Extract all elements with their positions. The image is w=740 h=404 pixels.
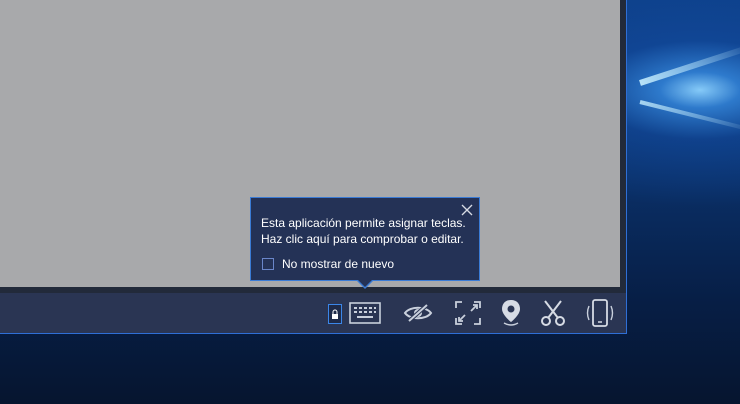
tooltip-message-line1: Esta aplicación permite asignar teclas. [261,216,466,230]
dont-show-again-label[interactable]: No mostrar de nuevo [282,257,394,272]
toggle-visibility-button[interactable] [400,293,436,333]
eye-hidden-icon [403,303,433,323]
fullscreen-icon [455,301,481,325]
keymap-tooltip[interactable]: Esta aplicación permite asignar teclas. … [250,197,480,281]
close-button[interactable] [461,203,473,216]
fullscreen-button[interactable] [450,293,486,333]
shake-button[interactable] [582,293,618,333]
keymap-lock-icon [332,309,338,319]
keyboard-icon [349,302,381,324]
close-icon [461,204,473,216]
keyboard-mapping-button[interactable] [347,293,383,333]
scissors-icon [541,300,565,326]
emulator-window [0,0,627,334]
wallpaper-light-beam [639,100,740,133]
shake-phone-icon [586,299,614,327]
screenshot-button[interactable] [535,293,571,333]
wallpaper-light-beam [639,43,740,86]
bottom-toolbar [0,293,626,333]
keymap-lock-button[interactable] [328,304,342,324]
dont-show-again-checkbox[interactable] [262,258,274,270]
tooltip-arrow-fill [358,280,372,287]
location-pin-icon [502,300,520,326]
location-button[interactable] [493,293,529,333]
tooltip-message-line2[interactable]: Haz clic aquí para comprobar o editar. [261,232,464,247]
